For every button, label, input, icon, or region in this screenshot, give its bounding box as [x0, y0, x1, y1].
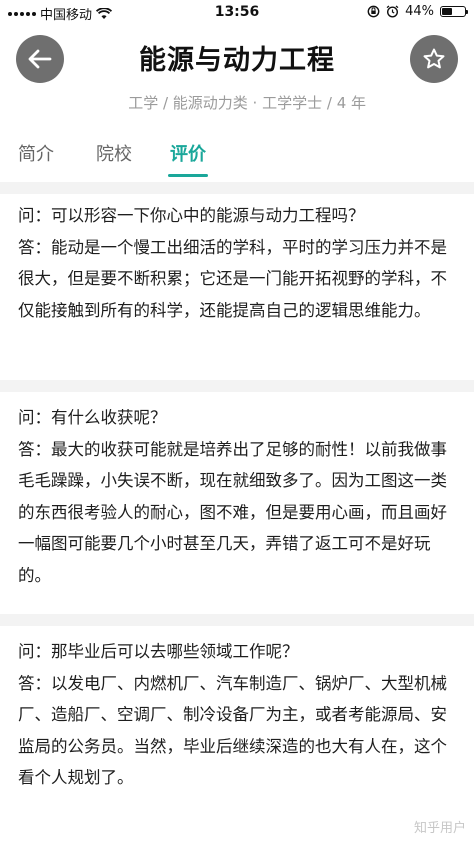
active-tab-indicator [168, 174, 208, 177]
tab-schools[interactable]: 院校 [96, 140, 132, 166]
tab-intro[interactable]: 简介 [18, 140, 54, 166]
orientation-lock-icon [367, 5, 380, 18]
status-right: 44% [367, 4, 468, 19]
page-title: 能源与动力工程 [139, 45, 335, 76]
major-meta: 工学 / 能源动力类 · 工学学士 / 4 年 [128, 94, 366, 112]
status-bar: 中国移动 13:56 44% [0, 0, 474, 24]
battery-icon [440, 6, 468, 17]
tab-reviews[interactable]: 评价 [170, 140, 206, 166]
section-divider [0, 614, 474, 626]
answer-text: 答：以发电厂、内燃机厂、汽车制造厂、锅炉厂、大型机械厂、造船厂、空调厂、制冷设备… [18, 673, 447, 788]
qa-item: 问：那毕业后可以去哪些领域工作呢？ 答：以发电厂、内燃机厂、汽车制造厂、锅炉厂、… [18, 636, 458, 794]
qa-item: 问：可以形容一下你心中的能源与动力工程吗？ 答：能动是一个慢工出细活的学科，平时… [18, 200, 458, 326]
section-divider [0, 182, 474, 194]
back-button[interactable] [16, 35, 64, 83]
arrow-left-icon [28, 49, 52, 69]
battery-percentage: 44% [405, 4, 434, 19]
star-outline-icon [423, 48, 445, 69]
section-divider [0, 380, 474, 392]
question-text: 问：那毕业后可以去哪些领域工作呢？ [18, 642, 299, 661]
qa-item: 问：有什么收获呢？ 答：最大的收获可能就是培养出了足够的耐性！以前我做事毛毛躁躁… [18, 402, 458, 591]
watermark: 知乎用户 [413, 821, 466, 836]
answer-text: 答：能动是一个慢工出细活的学科，平时的学习压力并不是很大，但是要不断积累；它还是… [18, 237, 447, 320]
question-text: 问：可以形容一下你心中的能源与动力工程吗？ [18, 206, 365, 225]
answer-text: 答：最大的收获可能就是培养出了足够的耐性！以前我做事毛毛躁躁，小失误不断，现在就… [18, 439, 447, 585]
alarm-icon [386, 5, 399, 18]
question-text: 问：有什么收获呢？ [18, 408, 167, 427]
favorite-button[interactable] [410, 35, 458, 83]
tab-bar: 简介 院校 评价 [0, 136, 474, 180]
